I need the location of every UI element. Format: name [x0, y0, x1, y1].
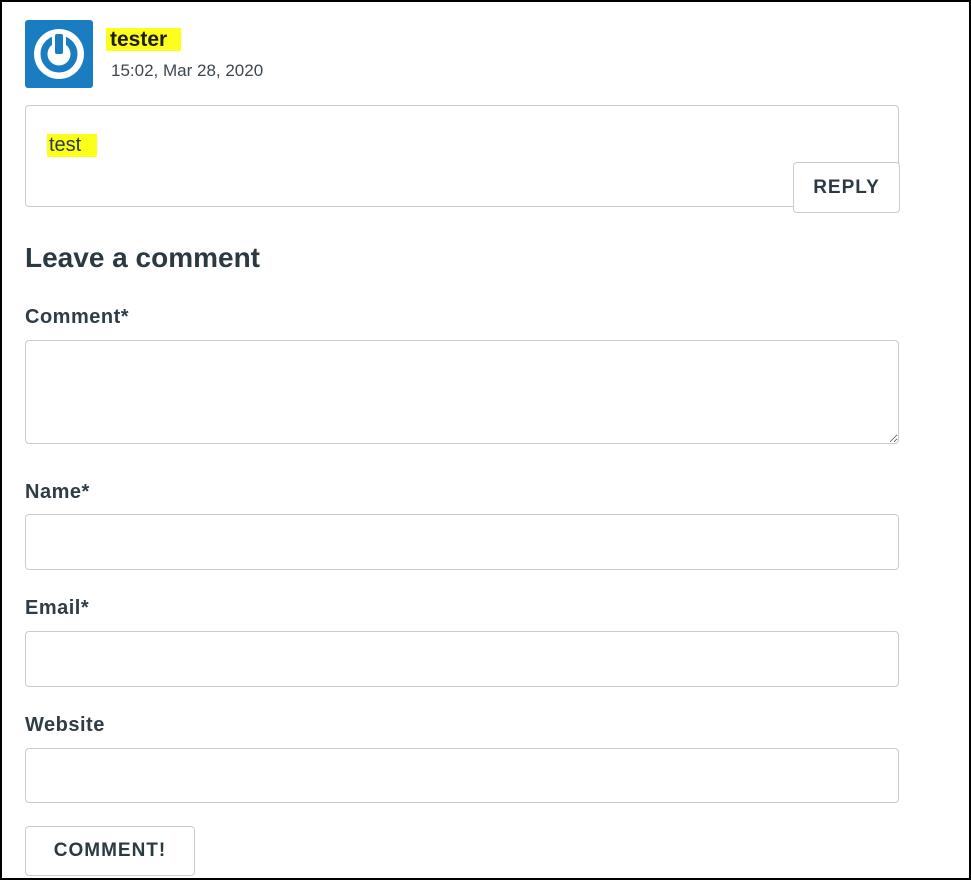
- comment-textarea[interactable]: [25, 340, 899, 444]
- author-name: tester: [106, 28, 182, 51]
- comment-label: Comment*: [25, 306, 130, 328]
- comment-submit-button[interactable]: COMMENT!: [25, 826, 195, 876]
- page-frame: tester 15:02, Mar 28, 2020 test REPLY Le…: [0, 0, 971, 880]
- website-label: Website: [25, 714, 105, 736]
- website-input[interactable]: [25, 748, 899, 803]
- reply-button[interactable]: REPLY: [793, 162, 900, 213]
- name-input[interactable]: [25, 514, 899, 570]
- leave-comment-heading: Leave a comment: [25, 242, 260, 273]
- comment-text: test: [47, 134, 98, 157]
- power-icon: [34, 29, 84, 79]
- name-label: Name*: [25, 481, 90, 503]
- email-input[interactable]: [25, 631, 899, 687]
- comment-body: test: [25, 105, 899, 207]
- email-label: Email*: [25, 597, 90, 619]
- avatar: [25, 20, 93, 88]
- comment-timestamp: 15:02, Mar 28, 2020: [111, 61, 264, 80]
- comment-author: tester: [106, 28, 182, 52]
